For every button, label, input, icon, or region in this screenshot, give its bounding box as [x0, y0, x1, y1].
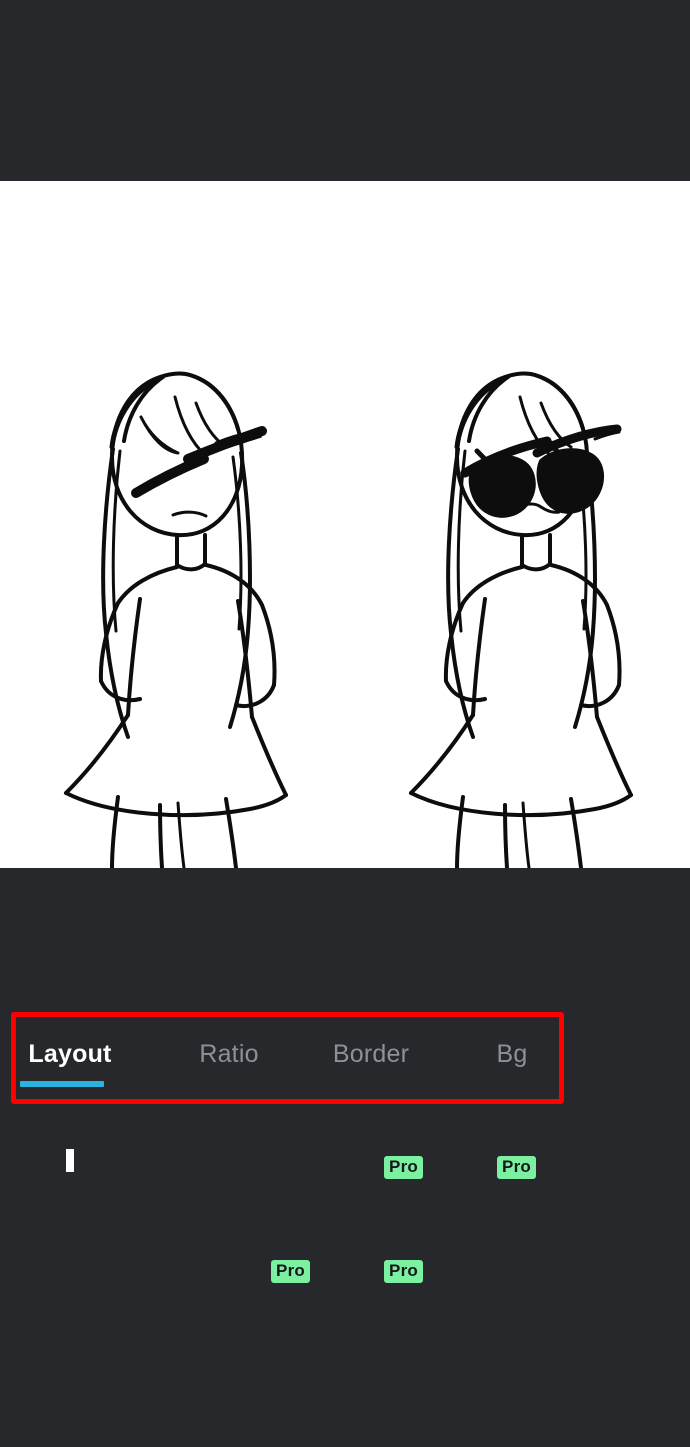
collage-cell-left[interactable] [0, 181, 345, 868]
tab-bg[interactable]: Bg [462, 1033, 562, 1093]
layout-slanted-horizontal[interactable] [139, 1220, 227, 1308]
layout-rounded-corner-split[interactable]: Pro [252, 1220, 340, 1308]
tab-ratio[interactable]: Ratio [166, 1033, 292, 1093]
top-bar [0, 0, 690, 181]
tab-layout[interactable]: Layout [14, 1033, 126, 1093]
layout-two-horizontal-panes[interactable] [26, 1220, 114, 1308]
pro-badge: Pro [384, 1260, 423, 1283]
pro-badge: Pro [497, 1156, 536, 1179]
layout-s-curve-split[interactable]: Pro [478, 1116, 566, 1204]
layout-row: Pro Pro [0, 1218, 690, 1322]
layout-two-hearts[interactable] [252, 1116, 340, 1204]
tab-border[interactable]: Border [306, 1033, 436, 1093]
layout-tall-short-horizontal[interactable] [591, 1220, 679, 1308]
tab-ratio-label: Ratio [199, 1040, 259, 1068]
layout-two-hexagons[interactable]: Pro [365, 1116, 453, 1204]
layout-wide-narrow-vertical[interactable] [591, 1116, 679, 1204]
layout-s-curve-vertical[interactable]: Pro [365, 1220, 453, 1308]
collage-editor-screen: Layout Ratio Border Bg Pro Pro Pro Pro [0, 0, 690, 1447]
pro-badge: Pro [271, 1260, 310, 1283]
collage-cell-right[interactable] [345, 181, 690, 868]
layout-row: Pro Pro [0, 1114, 690, 1218]
layout-diagonal-split[interactable] [139, 1116, 227, 1204]
pro-badge: Pro [384, 1156, 423, 1179]
tab-border-label: Border [332, 1040, 410, 1068]
collage-preview[interactable] [0, 181, 690, 868]
tab-list: Layout Ratio Border Bg [0, 1013, 575, 1105]
layout-thumbnail-grid: Pro Pro Pro Pro [0, 1114, 690, 1322]
tab-bg-label: Bg [496, 1040, 528, 1068]
layout-narrow-wide-vertical[interactable] [478, 1220, 566, 1308]
tab-active-indicator [20, 1081, 104, 1087]
layout-two-vertical-panes[interactable] [26, 1116, 114, 1204]
editor-tabbar: Layout Ratio Border Bg [0, 1013, 690, 1105]
tab-layout-label: Layout [28, 1040, 112, 1068]
